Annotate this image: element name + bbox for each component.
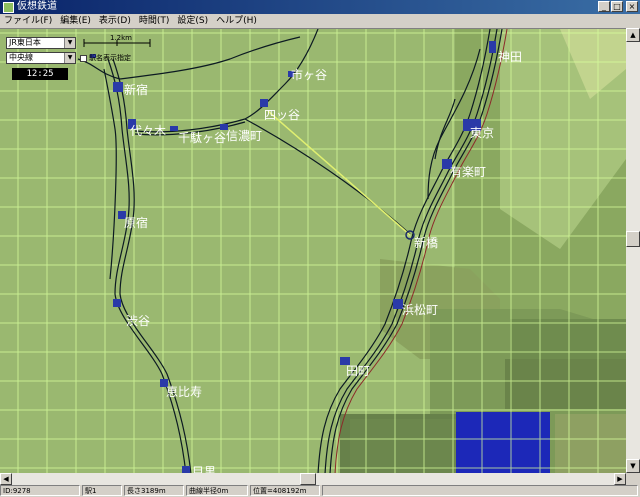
menu-file[interactable]: ファイル(F): [0, 14, 56, 28]
station-label-shinjuku: 新宿: [124, 82, 148, 97]
station-label-ichigaya: 市ヶ谷: [291, 67, 327, 82]
station-label-yoyogi: 代々木: [130, 124, 166, 138]
window-title: 仮想鉄道: [17, 1, 57, 12]
maximize-button[interactable]: □: [611, 1, 623, 12]
line-select-value: 中央線: [9, 53, 33, 62]
menu-bar: ファイル(F) 編集(E) 表示(D) 時間(T) 設定(S) ヘルプ(H): [0, 14, 640, 28]
checkbox[interactable]: [80, 54, 87, 62]
minimize-icon: _: [602, 2, 606, 11]
clock-display: 12:25: [12, 68, 68, 80]
station-name-toggle-label: 駅名表示指定: [89, 54, 131, 62]
scroll-up-button[interactable]: ▲: [626, 28, 640, 42]
vertical-scrollbar[interactable]: ▲ ▼: [626, 28, 640, 473]
terrain-block-2: [505, 359, 626, 409]
app-icon: [3, 2, 14, 13]
vertical-scroll-thumb[interactable]: [626, 231, 640, 247]
terrain-block-4: [555, 414, 626, 474]
station-label-sendagaya: 千駄ヶ谷: [178, 130, 226, 145]
chevron-down-icon[interactable]: ▼: [64, 38, 75, 48]
status-length: 長さ3189m: [124, 485, 184, 496]
arrow-down-icon: ▼: [630, 462, 636, 470]
close-button[interactable]: ×: [626, 1, 638, 12]
arrow-left-icon: ◀: [3, 475, 9, 483]
company-select-value: JR東日本: [9, 38, 41, 47]
menu-view[interactable]: 表示(D): [95, 14, 135, 28]
menu-settings[interactable]: 設定(S): [173, 14, 212, 28]
status-id: ID:9278: [0, 485, 80, 496]
close-icon: ×: [628, 2, 636, 11]
station-label-shinanomachi: 信濃町: [226, 129, 262, 143]
line-select[interactable]: 中央線 ▼: [6, 52, 76, 64]
station-label-ebisu: 恵比寿: [166, 385, 202, 399]
station-label-yotsuya: 四ッ谷: [264, 108, 300, 122]
maximize-icon: □: [613, 2, 621, 11]
map-view[interactable]: 神田 市ヶ谷 新宿 四ッ谷 代々木 千駄ヶ谷 信濃町 東京 有楽町 原宿 新橋 …: [0, 28, 626, 474]
horizontal-scroll-thumb[interactable]: [300, 473, 316, 485]
station-label-tamachi: 田町: [346, 364, 370, 378]
station-name-toggle[interactable]: 駅名表示指定: [80, 53, 131, 63]
station-label-kanda: 神田: [498, 50, 522, 64]
scroll-down-button[interactable]: ▼: [626, 459, 640, 473]
station-label-yurakucho: 有楽町: [450, 165, 486, 179]
menu-edit[interactable]: 編集(E): [56, 14, 95, 28]
title-bar: 仮想鉄道 _ □ ×: [0, 0, 640, 14]
minimize-button[interactable]: _: [598, 1, 610, 12]
chevron-down-icon[interactable]: ▼: [64, 53, 75, 63]
terrain-block-1: [510, 319, 626, 359]
station-label-shimbashi: 新橋: [414, 235, 438, 250]
status-index: 駅1: [82, 485, 122, 496]
menu-time[interactable]: 時間(T): [135, 14, 174, 28]
station-label-tokyo: 東京: [470, 126, 494, 140]
water-bay: [456, 412, 550, 474]
map-canvas[interactable]: 神田 市ヶ谷 新宿 四ッ谷 代々木 千駄ヶ谷 信濃町 東京 有楽町 原宿 新橋 …: [0, 29, 626, 474]
station-label-hamamatsucho: 浜松町: [402, 303, 438, 317]
scroll-left-button[interactable]: ◀: [0, 473, 12, 485]
arrow-up-icon: ▲: [630, 31, 636, 39]
scroll-right-button[interactable]: ▶: [614, 473, 626, 485]
scale-label: 1.2km: [110, 34, 133, 42]
status-bar: ID:9278 駅1 長さ3189m 曲線半径0m 位置=408192m: [0, 485, 640, 497]
status-empty: [322, 485, 638, 496]
company-select[interactable]: JR東日本 ▼: [6, 37, 76, 49]
arrow-right-icon: ▶: [617, 475, 623, 483]
station-label-shibuya: 渋谷: [126, 314, 150, 328]
status-radius: 曲線半径0m: [186, 485, 248, 496]
station-label-harajuku: 原宿: [124, 215, 148, 230]
menu-help[interactable]: ヘルプ(H): [212, 14, 261, 28]
status-position: 位置=408192m: [250, 485, 320, 496]
horizontal-scrollbar[interactable]: ◀ ▶: [0, 473, 626, 485]
scroll-corner: [626, 473, 640, 485]
